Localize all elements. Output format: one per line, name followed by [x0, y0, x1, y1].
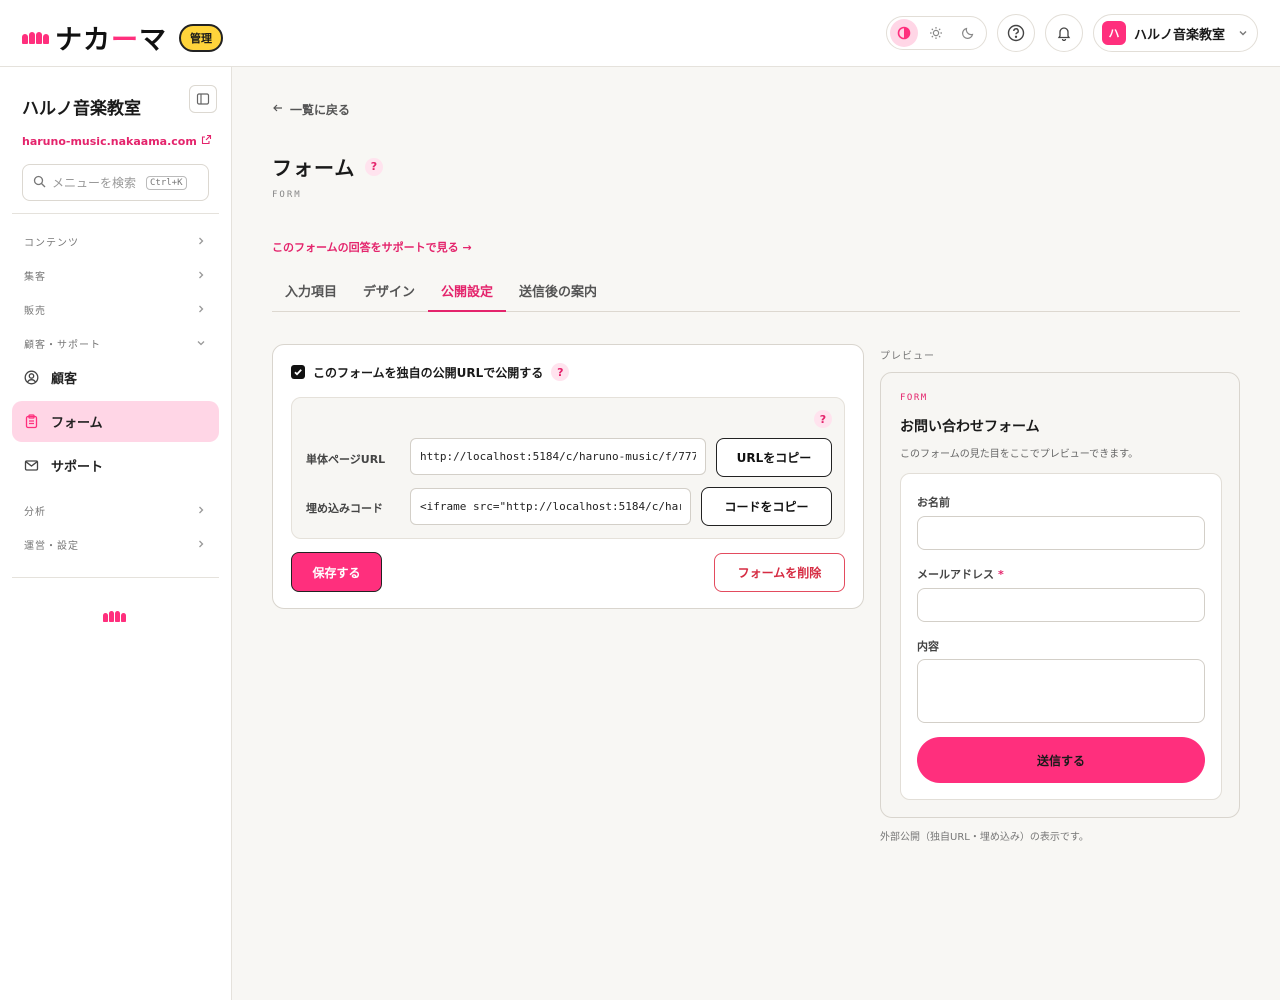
- preview-form-body: お名前 メールアドレス * 内容 送信する: [900, 473, 1222, 800]
- preview-email-label: メールアドレス *: [917, 568, 1004, 581]
- sidebar-item-customers[interactable]: 顧客: [12, 357, 219, 398]
- nav-group-analytics[interactable]: 分析: [12, 498, 219, 522]
- preview-section-label: プレビュー: [880, 351, 935, 362]
- publish-settings-card: このフォームを独自の公開URLで公開する ? ? 単体ページURL URLをコピ…: [272, 344, 864, 609]
- sidebar-divider: [12, 577, 219, 578]
- chevron-down-icon: [195, 337, 207, 349]
- preview-note: 外部公開（独自URL・埋め込み）の表示です。: [880, 832, 1089, 843]
- help-icon[interactable]: ?: [365, 157, 384, 176]
- delete-form-button[interactable]: フォームを削除: [714, 553, 845, 592]
- search-shortcut-hint: Ctrl+K: [146, 175, 187, 190]
- workspace-title: ハルノ音楽教室: [22, 99, 141, 119]
- preview-content-label: 内容: [917, 640, 939, 653]
- menu-search-input[interactable]: [52, 175, 140, 190]
- sidebar-item-support[interactable]: サポート: [12, 445, 219, 486]
- form-tabs: 入力項目 デザイン 公開設定 送信後の案内: [272, 270, 1240, 312]
- account-name: ハルノ音楽教室: [1134, 27, 1226, 43]
- publish-url-panel: ? 単体ページURL URLをコピー 埋め込みコード コードをコピー: [291, 397, 845, 539]
- sidebar-divider: [12, 213, 219, 214]
- preview-content-textarea[interactable]: [917, 659, 1205, 723]
- tab-after-submit[interactable]: 送信後の案内: [506, 270, 610, 312]
- page-url-label: 単体ページURL: [306, 453, 386, 466]
- menu-search[interactable]: Ctrl+K: [22, 164, 209, 201]
- external-link-icon: [201, 134, 212, 148]
- tab-design[interactable]: デザイン: [350, 270, 428, 312]
- sidebar-collapse-icon[interactable]: [189, 85, 217, 113]
- nav-group-contents[interactable]: コンテンツ: [12, 229, 219, 253]
- help-icon[interactable]: ?: [814, 410, 832, 428]
- workspace-url-link[interactable]: haruno-music.nakaama.com: [22, 134, 212, 148]
- help-circle-icon[interactable]: [997, 14, 1035, 52]
- contrast-icon[interactable]: [890, 19, 918, 47]
- chevron-right-icon: [195, 303, 207, 315]
- bell-icon[interactable]: [1045, 14, 1083, 52]
- nav-group-sales[interactable]: 販売: [12, 297, 219, 321]
- nav-group-customer-support[interactable]: 顧客・サポート: [12, 331, 219, 355]
- embed-code-label: 埋め込みコード: [306, 502, 383, 515]
- user-circle-icon: [24, 370, 39, 385]
- preview-name-input[interactable]: [917, 516, 1205, 550]
- copy-url-button[interactable]: URLをコピー: [716, 438, 832, 477]
- page-subtitle: FORM: [272, 190, 302, 200]
- arrow-left-icon: [272, 102, 284, 117]
- sidebar-item-forms[interactable]: フォーム: [12, 401, 219, 442]
- form-preview: FORM お問い合わせフォーム このフォームの見た目をここでプレビューできます。…: [880, 372, 1240, 818]
- back-to-list-link[interactable]: 一覧に戻る: [272, 101, 350, 118]
- preview-name-label: お名前: [917, 496, 950, 509]
- tab-publish-settings[interactable]: 公開設定: [428, 270, 507, 312]
- preview-email-input[interactable]: [917, 588, 1205, 622]
- top-header: ナカーマ 管理 ハ ハルノ音楽教室: [0, 0, 1280, 67]
- required-marker: *: [998, 568, 1004, 581]
- sun-icon[interactable]: [922, 19, 950, 47]
- save-button[interactable]: 保存する: [291, 552, 382, 592]
- help-icon[interactable]: ?: [551, 363, 570, 381]
- sidebar: ハルノ音楽教室 haruno-music.nakaama.com Ctrl+K …: [0, 67, 232, 1000]
- account-switcher[interactable]: ハ ハルノ音楽教室: [1093, 14, 1258, 52]
- chevron-right-icon: [195, 504, 207, 516]
- preview-submit-button[interactable]: 送信する: [917, 737, 1205, 783]
- nav-group-marketing[interactable]: 集客: [12, 263, 219, 287]
- admin-badge: 管理: [179, 23, 223, 52]
- footer-logo-icon: [103, 611, 126, 622]
- logo-wordmark: ナカーマ: [55, 25, 167, 56]
- preview-form-title: お問い合わせフォーム: [900, 419, 1040, 435]
- clipboard-icon: [24, 414, 39, 429]
- preview-kicker: FORM: [900, 393, 928, 403]
- nav-group-operations[interactable]: 運営・設定: [12, 532, 219, 556]
- publish-checkbox[interactable]: [291, 365, 305, 379]
- page-url-field[interactable]: [410, 438, 706, 475]
- publish-option: このフォームを独自の公開URLで公開する ?: [291, 363, 570, 381]
- chevron-right-icon: [195, 235, 207, 247]
- logo-people-icon: [22, 31, 49, 44]
- theme-toggle: [886, 16, 987, 50]
- mail-icon: [24, 458, 39, 473]
- chevron-right-icon: [195, 269, 207, 281]
- preview-form-description: このフォームの見た目をここでプレビューできます。: [900, 449, 1139, 460]
- publish-checkbox-label[interactable]: このフォームを独自の公開URLで公開する: [313, 364, 543, 381]
- embed-code-field[interactable]: [410, 488, 691, 525]
- copy-code-button[interactable]: コードをコピー: [701, 487, 832, 526]
- tab-fields[interactable]: 入力項目: [272, 270, 350, 312]
- page-title: フォーム ?: [272, 152, 384, 181]
- view-responses-link[interactable]: このフォームの回答をサポートで見る →: [272, 239, 472, 255]
- search-icon: [33, 173, 46, 192]
- account-avatar: ハ: [1102, 21, 1126, 45]
- moon-icon[interactable]: [954, 19, 982, 47]
- chevron-down-icon: [1237, 27, 1249, 39]
- app-logo[interactable]: ナカーマ 管理: [22, 18, 223, 57]
- chevron-right-icon: [195, 538, 207, 550]
